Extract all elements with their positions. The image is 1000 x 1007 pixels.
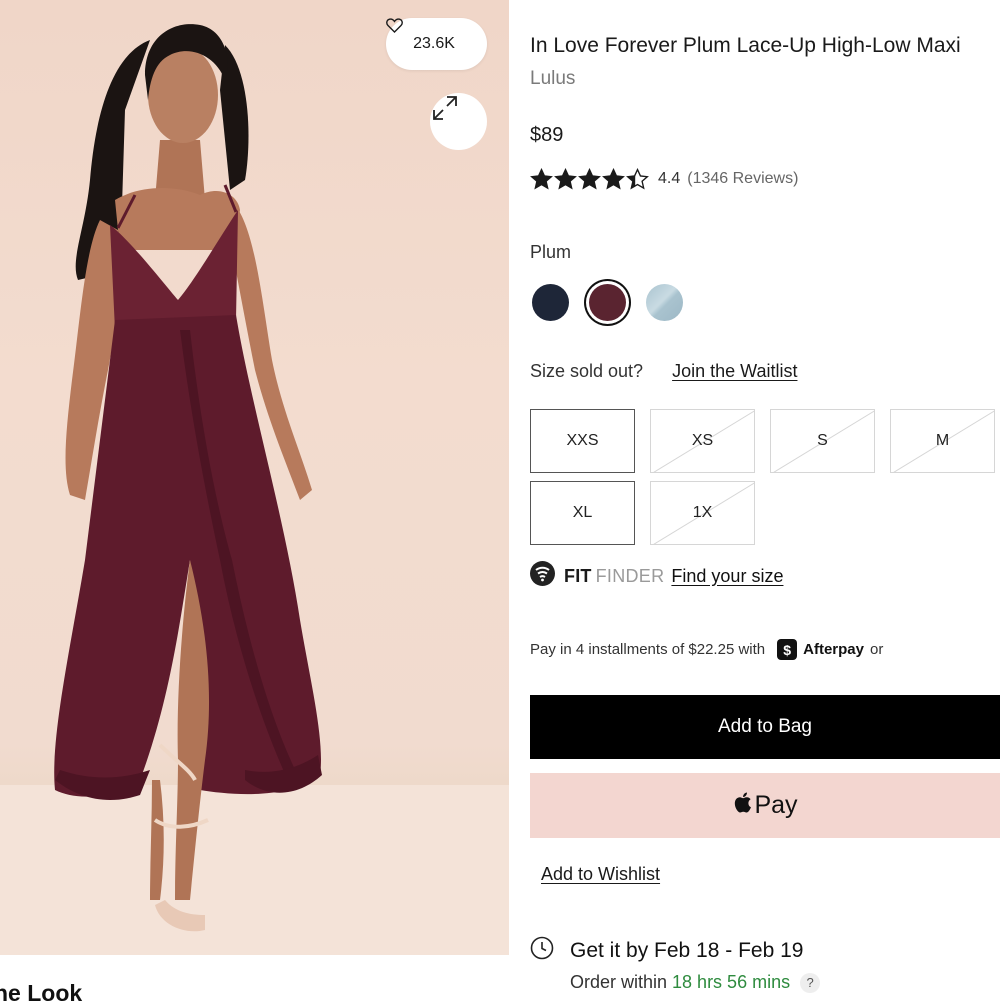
selected-color-label: Plum (530, 242, 572, 262)
add-to-wishlist-link[interactable]: Add to Wishlist (541, 864, 660, 885)
fit-finder[interactable]: FIT FINDER Find your size (530, 561, 783, 591)
star-icon (602, 168, 625, 190)
delivery-estimate: Get it by Feb 18 - Feb 19 (530, 936, 803, 965)
clock-icon (530, 936, 554, 965)
afterpay-logo-icon: $ (777, 639, 798, 660)
star-icon (578, 168, 601, 190)
color-swatch-navy[interactable] (532, 284, 569, 321)
likes-count: 23.6K (413, 35, 455, 52)
product-details: In Love Forever Plum Lace-Up High-Low Ma… (530, 0, 1000, 1000)
size-label: XS (691, 432, 714, 449)
order-cutoff: Order within 18 hrs 56 mins ? (570, 972, 821, 993)
color-swatch-plum[interactable] (589, 284, 626, 321)
color-swatches (532, 284, 683, 321)
likes-button[interactable]: 23.6K (386, 18, 487, 70)
fit-finder-bold: FIT (564, 565, 592, 586)
size-label: XL (572, 504, 593, 521)
installments-info: Pay in 4 installments of $22.25 with $ A… (530, 639, 883, 660)
size-option-s[interactable]: S (770, 409, 875, 473)
expand-image-button[interactable] (430, 93, 487, 150)
apple-logo-icon (732, 791, 752, 821)
installments-text: Pay in 4 installments of $22.25 with (530, 641, 766, 658)
brand-link[interactable]: Lulus (530, 68, 575, 90)
star-icon (554, 168, 577, 190)
waitlist-row: Size sold out? Join the Waitlist (530, 361, 797, 382)
rating-summary[interactable]: 4.4 (1346 Reviews) (530, 168, 798, 190)
installments-or: or (870, 641, 884, 658)
delivery-headline: Get it by Feb 18 - Feb 19 (570, 938, 804, 962)
size-option-xs[interactable]: XS (650, 409, 755, 473)
join-waitlist-link[interactable]: Join the Waitlist (672, 361, 797, 382)
afterpay-label[interactable]: Afterpay (803, 641, 864, 658)
order-prefix: Order within (570, 972, 668, 992)
order-countdown: 18 hrs 56 mins (672, 972, 791, 992)
color-swatch-light-blue[interactable] (646, 284, 683, 321)
help-icon[interactable]: ? (800, 972, 821, 993)
find-your-size-link[interactable]: Find your size (671, 566, 783, 587)
fit-finder-icon (530, 561, 555, 591)
size-option-m[interactable]: M (890, 409, 995, 473)
size-option-1x[interactable]: 1X (650, 481, 755, 545)
add-to-bag-button[interactable]: Add to Bag (530, 695, 1000, 759)
apple-pay-label: Pay (754, 791, 798, 819)
product-title: In Love Forever Plum Lace-Up High-Low Ma… (530, 34, 961, 57)
star-rating (530, 168, 649, 190)
complete-the-look-heading: he Look (0, 980, 83, 1006)
model-illustration (0, 24, 509, 955)
size-option-xxs[interactable]: XXS (530, 409, 635, 473)
fit-finder-light: FINDER (595, 565, 665, 586)
star-icon (626, 168, 649, 190)
size-option-xl[interactable]: XL (530, 481, 635, 545)
star-icon (530, 168, 553, 190)
rating-value: 4.4 (658, 170, 681, 187)
size-sold-out-text: Size sold out? (530, 361, 644, 381)
product-price: $89 (530, 124, 564, 146)
reviews-count: (1346 Reviews) (687, 170, 799, 187)
product-image[interactable]: 23.6K (0, 0, 509, 955)
apple-pay-button[interactable]: Pay (530, 773, 1000, 838)
size-label: 1X (692, 504, 713, 521)
size-label: M (935, 432, 950, 449)
size-label: XXS (566, 432, 599, 449)
size-label: S (817, 432, 828, 449)
